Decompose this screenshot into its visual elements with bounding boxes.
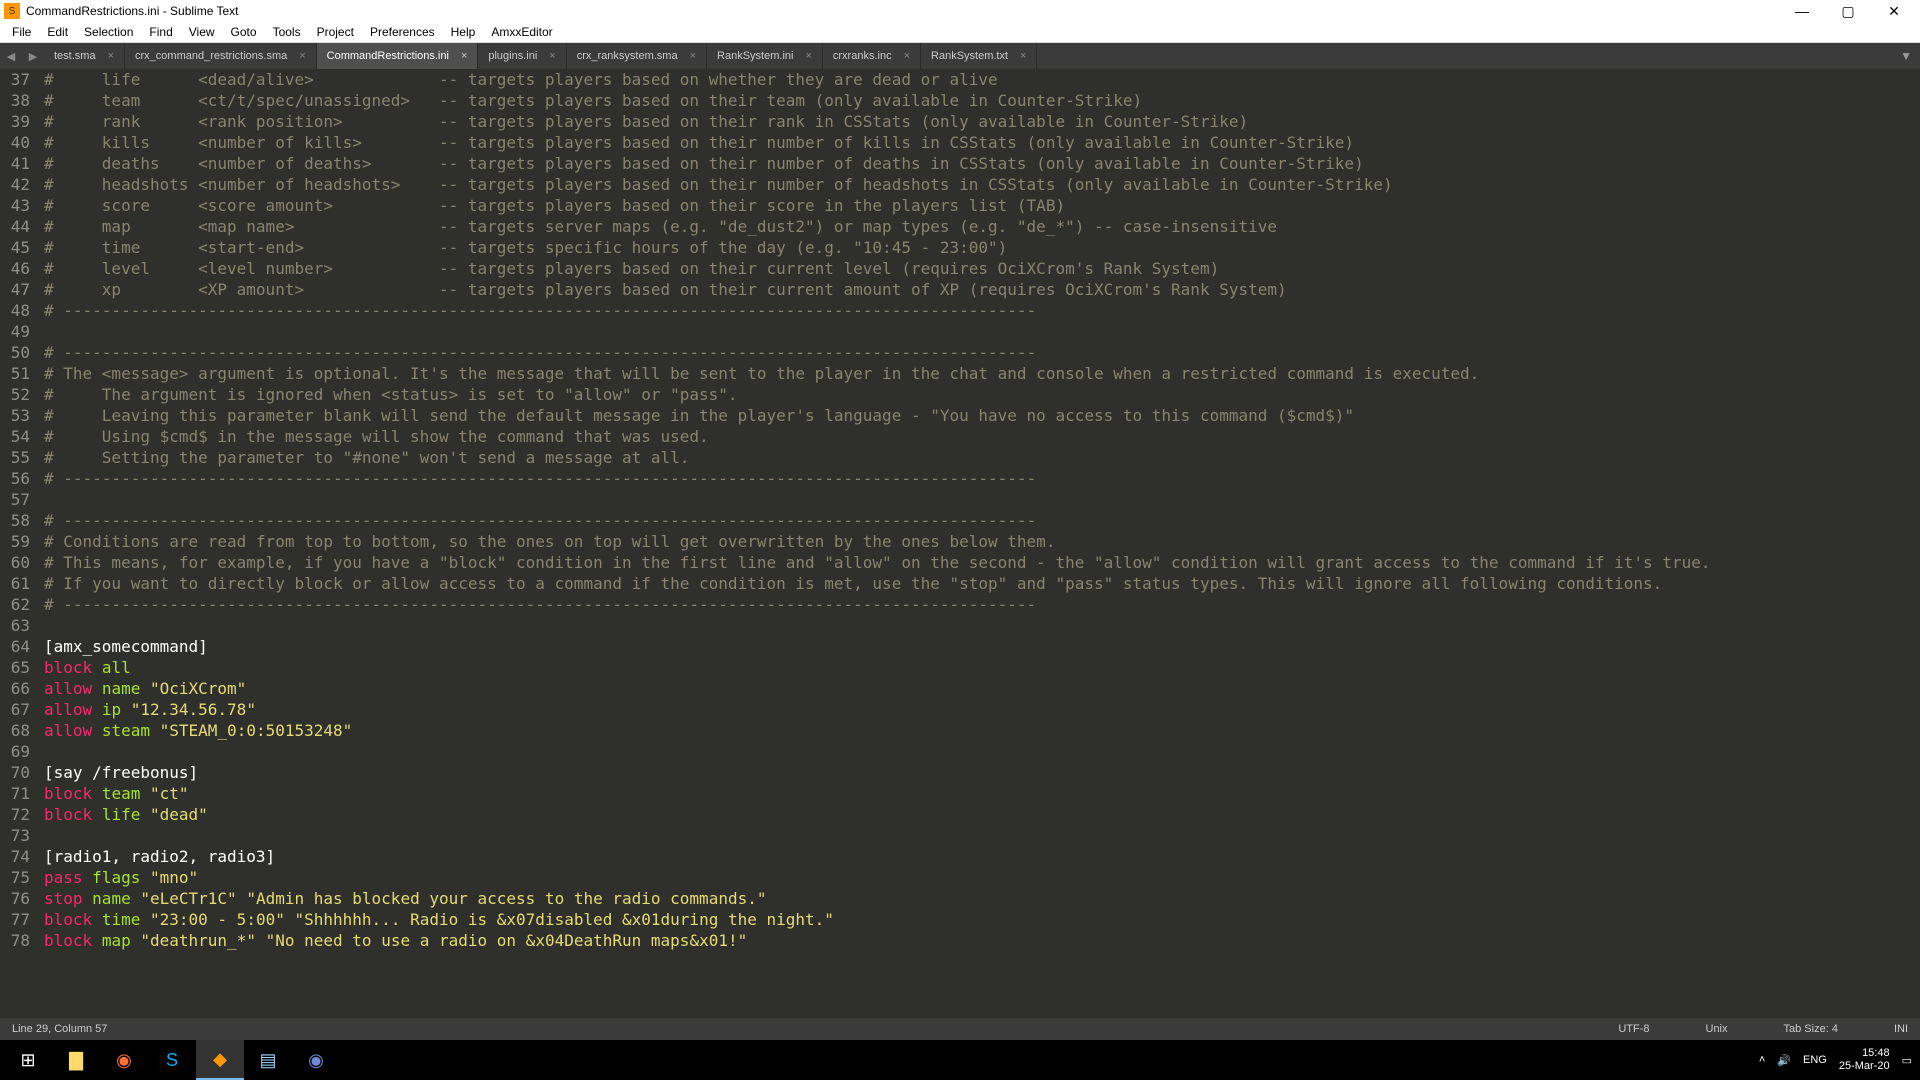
tab-test-sma[interactable]: test.sma ×	[44, 43, 125, 69]
menu-file[interactable]: File	[4, 25, 39, 39]
tab-label: crx_command_restrictions.sma	[135, 50, 287, 62]
tab-label: test.sma	[54, 50, 96, 62]
tab-commandrestrictions-ini[interactable]: CommandRestrictions.ini ×	[317, 43, 479, 69]
tab-close-icon[interactable]: ×	[904, 50, 910, 62]
maximize-button[interactable]: ▢	[1834, 3, 1862, 20]
discord-icon[interactable]: ◉	[292, 1040, 340, 1080]
firefox-icon[interactable]: ◉	[100, 1040, 148, 1080]
window-title: CommandRestrictions.ini - Sublime Text	[26, 4, 239, 18]
tab-label: RankSystem.ini	[717, 50, 793, 62]
menu-amxxeditor[interactable]: AmxxEditor	[483, 25, 560, 39]
tray-notification-icon[interactable]: ▭	[1902, 1054, 1912, 1067]
tab-close-icon[interactable]: ×	[549, 50, 555, 62]
tab-ranksystem-txt[interactable]: RankSystem.txt ×	[921, 43, 1037, 69]
tab-crx-command-restrictions-sma[interactable]: crx_command_restrictions.sma ×	[125, 43, 317, 69]
editor[interactable]: 3738394041424344454647484950515253545556…	[0, 69, 1920, 1018]
tab-close-icon[interactable]: ×	[1020, 50, 1026, 62]
tab-close-icon[interactable]: ×	[805, 50, 811, 62]
tab-crx-ranksystem-sma[interactable]: crx_ranksystem.sma ×	[567, 43, 707, 69]
tab-close-icon[interactable]: ×	[690, 50, 696, 62]
file-explorer-icon[interactable]: ▇	[52, 1040, 100, 1080]
status-line-endings[interactable]: Unix	[1706, 1023, 1728, 1035]
tray-language[interactable]: ENG	[1803, 1054, 1827, 1066]
tab-ranksystem-ini[interactable]: RankSystem.ini ×	[707, 43, 823, 69]
status-syntax[interactable]: INI	[1894, 1023, 1908, 1035]
menu-preferences[interactable]: Preferences	[362, 25, 443, 39]
tab-label: CommandRestrictions.ini	[327, 50, 449, 62]
status-encoding[interactable]: UTF-8	[1618, 1023, 1649, 1035]
status-cursor-pos: Line 29, Column 57	[12, 1023, 107, 1035]
tray-clock[interactable]: 15:48 25-Mar-20	[1839, 1047, 1890, 1073]
tray-volume-icon[interactable]: 🔊	[1777, 1054, 1791, 1067]
start-button[interactable]: ⊞	[4, 1040, 52, 1080]
tab-label: plugins.ini	[488, 50, 537, 62]
minimize-button[interactable]: —	[1788, 3, 1816, 20]
menu-tools[interactable]: Tools	[265, 25, 309, 39]
close-button[interactable]: ✕	[1880, 3, 1908, 20]
code-area[interactable]: # life <dead/alive> -- targets players b…	[38, 69, 1710, 1018]
tab-plugins-ini[interactable]: plugins.ini ×	[478, 43, 566, 69]
menu-view[interactable]: View	[181, 25, 223, 39]
status-bar: Line 29, Column 57 UTF-8 Unix Tab Size: …	[0, 1018, 1920, 1040]
tab-crxranks-inc[interactable]: crxranks.inc ×	[823, 43, 921, 69]
tab-label: crx_ranksystem.sma	[577, 50, 678, 62]
menu-find[interactable]: Find	[141, 25, 180, 39]
menu-project[interactable]: Project	[309, 25, 362, 39]
sublime-icon[interactable]: ◆	[196, 1040, 244, 1080]
title-bar: S CommandRestrictions.ini - Sublime Text…	[0, 0, 1920, 22]
menu-help[interactable]: Help	[443, 25, 484, 39]
tabs-dropdown-icon[interactable]: ▼	[1900, 49, 1912, 63]
status-tab-size[interactable]: Tab Size: 4	[1784, 1023, 1838, 1035]
menu-edit[interactable]: Edit	[39, 25, 76, 39]
skype-icon[interactable]: S	[148, 1040, 196, 1080]
tab-row: ◀ ▶ test.sma×crx_command_restrictions.sm…	[0, 43, 1920, 69]
tray-chevron-icon[interactable]: ˄	[1759, 1054, 1765, 1066]
notepad-icon[interactable]: ▤	[244, 1040, 292, 1080]
tab-label: crxranks.inc	[833, 50, 892, 62]
tab-close-icon[interactable]: ×	[461, 50, 467, 62]
app-icon: S	[4, 3, 20, 19]
taskbar: ⊞ ▇ ◉ S ◆ ▤ ◉ ˄ 🔊 ENG 15:48 25-Mar-20 ▭	[0, 1040, 1920, 1080]
system-tray: ˄ 🔊 ENG 15:48 25-Mar-20 ▭	[1759, 1047, 1916, 1073]
menu-selection[interactable]: Selection	[76, 25, 141, 39]
line-number-gutter: 3738394041424344454647484950515253545556…	[0, 69, 38, 1018]
tab-label: RankSystem.txt	[931, 50, 1008, 62]
menu-goto[interactable]: Goto	[223, 25, 265, 39]
tab-close-icon[interactable]: ×	[108, 50, 114, 62]
menu-bar: FileEditSelectionFindViewGotoToolsProjec…	[0, 22, 1920, 43]
nav-back-icon[interactable]: ◀	[0, 43, 22, 69]
tab-close-icon[interactable]: ×	[299, 50, 305, 62]
nav-forward-icon[interactable]: ▶	[22, 43, 44, 69]
